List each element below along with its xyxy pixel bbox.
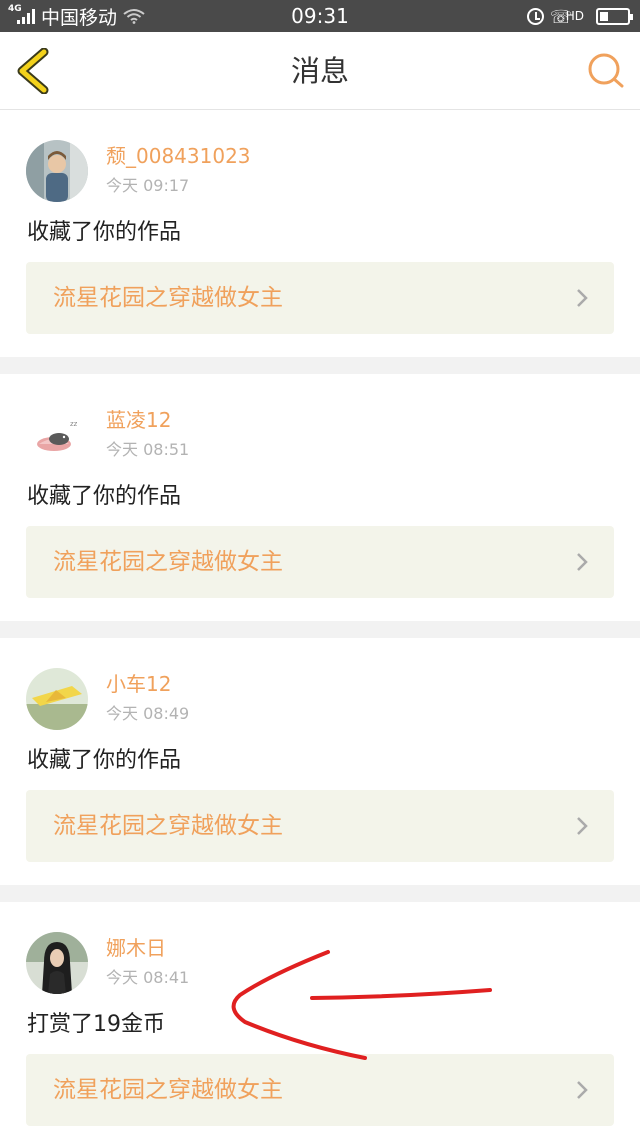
work-title: 流星花园之穿越做女主 bbox=[53, 285, 283, 311]
work-link[interactable]: 流星花园之穿越做女主 bbox=[26, 262, 614, 334]
battery-icon bbox=[596, 7, 633, 25]
message-action: 收藏了你的作品 bbox=[27, 220, 182, 245]
svg-text:zz: zz bbox=[70, 420, 78, 428]
username[interactable]: 小车12 bbox=[106, 668, 171, 697]
chevron-right-icon bbox=[577, 553, 588, 571]
work-title: 流星花园之穿越做女主 bbox=[53, 549, 283, 575]
work-title: 流星花园之穿越做女主 bbox=[53, 813, 283, 839]
chevron-right-icon bbox=[577, 1081, 588, 1099]
message-time: 今天 08:41 bbox=[106, 968, 190, 987]
username[interactable]: 娜木日 bbox=[106, 932, 166, 961]
username[interactable]: 颓_008431023 bbox=[106, 140, 251, 169]
avatar[interactable] bbox=[26, 668, 88, 730]
message-card: zz 蓝凌12 今天 08:51 收藏了你的作品 流星花园之穿越做女主 bbox=[0, 374, 640, 621]
work-title: 流星花园之穿越做女主 bbox=[53, 1077, 283, 1103]
battery-level bbox=[600, 11, 608, 21]
page-title: 消息 bbox=[290, 54, 349, 88]
message-time: 今天 09:17 bbox=[106, 176, 190, 195]
chevron-right-icon bbox=[577, 289, 588, 307]
avatar[interactable] bbox=[26, 140, 88, 202]
back-button[interactable] bbox=[14, 48, 54, 94]
avatar[interactable]: zz bbox=[26, 404, 88, 466]
message-time: 今天 08:49 bbox=[106, 704, 190, 723]
message-action: 收藏了你的作品 bbox=[27, 748, 182, 773]
username[interactable]: 蓝凌12 bbox=[106, 404, 171, 433]
search-icon bbox=[588, 53, 624, 88]
hd-call-icon: HD bbox=[550, 7, 584, 28]
nav-bar: 消息 bbox=[0, 32, 640, 110]
status-right: HD bbox=[526, 0, 633, 32]
message-card: 娜木日 今天 08:41 打赏了19金币 流星花园之穿越做女主 bbox=[0, 902, 640, 1138]
search-button[interactable] bbox=[586, 51, 626, 91]
work-link[interactable]: 流星花园之穿越做女主 bbox=[26, 1054, 614, 1126]
alarm-icon bbox=[526, 7, 544, 25]
work-link[interactable]: 流星花园之穿越做女主 bbox=[26, 526, 614, 598]
work-link[interactable]: 流星花园之穿越做女主 bbox=[26, 790, 614, 862]
status-bar: 4G 中国移动 09:31 HD bbox=[0, 0, 640, 32]
message-card: 小车12 今天 08:49 收藏了你的作品 流星花园之穿越做女主 bbox=[0, 638, 640, 885]
message-action: 打赏了19金币 bbox=[27, 1012, 165, 1037]
chevron-right-icon bbox=[577, 817, 588, 835]
message-action: 收藏了你的作品 bbox=[27, 484, 182, 509]
avatar[interactable] bbox=[26, 932, 88, 994]
message-card: 颓_008431023 今天 09:17 收藏了你的作品 流星花园之穿越做女主 bbox=[0, 110, 640, 357]
message-time: 今天 08:51 bbox=[106, 440, 190, 459]
